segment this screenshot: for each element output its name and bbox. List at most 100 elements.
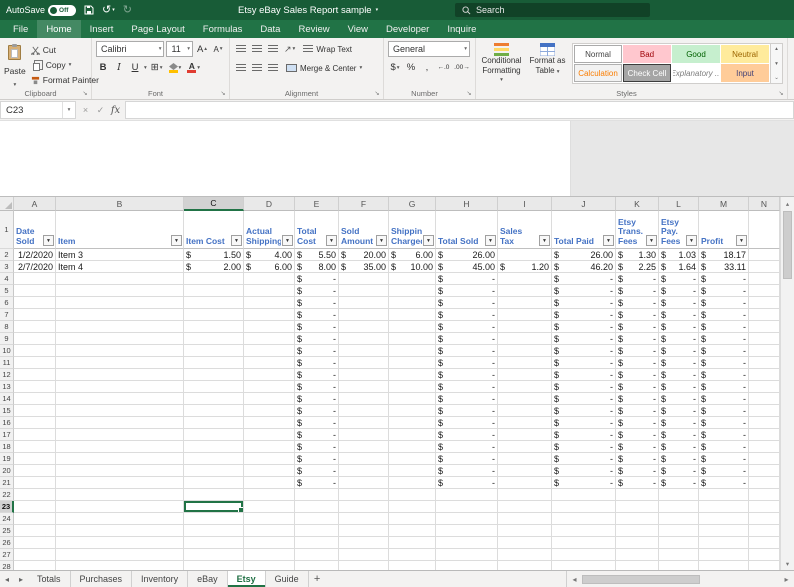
cell-k9[interactable]: $ -: [616, 333, 659, 345]
cell-n7[interactable]: [749, 309, 780, 321]
cell-b21[interactable]: [56, 477, 184, 489]
cell-m20[interactable]: $ -: [699, 465, 749, 477]
sheet-nav-left-icon[interactable]: ◂: [0, 571, 14, 587]
row-header-24[interactable]: 24: [0, 513, 14, 525]
cell-k12[interactable]: $ -: [616, 369, 659, 381]
cell-j25[interactable]: [552, 525, 616, 537]
menu-tab-insert[interactable]: Insert: [81, 20, 123, 38]
cell-a7[interactable]: [14, 309, 56, 321]
cell-e20[interactable]: $ -: [295, 465, 339, 477]
cell-e3[interactable]: $8.00: [295, 261, 339, 273]
cell-g19[interactable]: [389, 453, 436, 465]
cell-i20[interactable]: [498, 465, 552, 477]
cell-h3[interactable]: $45.00: [436, 261, 498, 273]
cell-m2[interactable]: $18.17: [699, 249, 749, 261]
cell-a23[interactable]: [14, 501, 56, 513]
styles-dialog-launcher[interactable]: ↘: [777, 90, 785, 98]
cell-g20[interactable]: [389, 465, 436, 477]
cell-l18[interactable]: $ -: [659, 441, 699, 453]
cell-b4[interactable]: [56, 273, 184, 285]
row-header-15[interactable]: 15: [0, 405, 14, 417]
cell-i12[interactable]: [498, 369, 552, 381]
fill-color-button[interactable]: ▾: [167, 60, 184, 75]
cell-i24[interactable]: [498, 513, 552, 525]
row-header-6[interactable]: 6: [0, 297, 14, 309]
row-header-19[interactable]: 19: [0, 453, 14, 465]
col-header-a[interactable]: A: [14, 197, 56, 211]
cell-b8[interactable]: [56, 321, 184, 333]
cell-l9[interactable]: $ -: [659, 333, 699, 345]
filter-button-e[interactable]: ▼: [326, 235, 337, 246]
cell-k7[interactable]: $ -: [616, 309, 659, 321]
cancel-icon[interactable]: ×: [78, 105, 93, 115]
cell-j11[interactable]: $ -: [552, 357, 616, 369]
row-header-23[interactable]: 23: [0, 501, 14, 513]
cell-e17[interactable]: $ -: [295, 429, 339, 441]
col-header-c[interactable]: C: [184, 197, 244, 211]
cell-g10[interactable]: [389, 345, 436, 357]
percent-style-button[interactable]: %: [404, 60, 418, 75]
cell-j3[interactable]: $46.20: [552, 261, 616, 273]
cell-k17[interactable]: $ -: [616, 429, 659, 441]
wrap-text-button[interactable]: Wrap Text: [303, 41, 352, 57]
row-header-3[interactable]: 3: [0, 261, 14, 273]
col-header-e[interactable]: E: [295, 197, 339, 211]
cell-j16[interactable]: $ -: [552, 417, 616, 429]
cell-c12[interactable]: [184, 369, 244, 381]
cell-g13[interactable]: [389, 381, 436, 393]
paste-button[interactable]: Paste ▾: [4, 41, 26, 88]
cell-n17[interactable]: [749, 429, 780, 441]
cell-b7[interactable]: [56, 309, 184, 321]
cell-n15[interactable]: [749, 405, 780, 417]
cell-f20[interactable]: [339, 465, 389, 477]
cell-j19[interactable]: $ -: [552, 453, 616, 465]
cell-n19[interactable]: [749, 453, 780, 465]
cell-n9[interactable]: [749, 333, 780, 345]
cell-l11[interactable]: $ -: [659, 357, 699, 369]
cell-l19[interactable]: $ -: [659, 453, 699, 465]
col-header-i[interactable]: I: [498, 197, 552, 211]
cell-d15[interactable]: [244, 405, 295, 417]
cell-f1[interactable]: Sold Amount ▼: [339, 211, 389, 249]
cell-l22[interactable]: [659, 489, 699, 501]
row-header-25[interactable]: 25: [0, 525, 14, 537]
cell-f5[interactable]: [339, 285, 389, 297]
number-format-select[interactable]: General ▾: [388, 41, 470, 57]
cell-l15[interactable]: $ -: [659, 405, 699, 417]
cell-m16[interactable]: $ -: [699, 417, 749, 429]
cell-style-input[interactable]: Input: [721, 64, 769, 82]
align-left-button[interactable]: [234, 61, 248, 76]
format-painter-button[interactable]: Format Painter: [29, 73, 101, 87]
cell-a8[interactable]: [14, 321, 56, 333]
cell-g22[interactable]: [389, 489, 436, 501]
cell-h14[interactable]: $ -: [436, 393, 498, 405]
row-header-8[interactable]: 8: [0, 321, 14, 333]
cell-c5[interactable]: [184, 285, 244, 297]
cell-i15[interactable]: [498, 405, 552, 417]
cell-b20[interactable]: [56, 465, 184, 477]
cell-f21[interactable]: [339, 477, 389, 489]
cell-m18[interactable]: $ -: [699, 441, 749, 453]
cell-g2[interactable]: $6.00: [389, 249, 436, 261]
align-bottom-button[interactable]: [266, 42, 280, 57]
name-box[interactable]: C23 ▾: [0, 101, 76, 119]
cell-a19[interactable]: [14, 453, 56, 465]
sheet-tab-ebay[interactable]: eBay: [188, 571, 228, 587]
cell-e21[interactable]: $ -: [295, 477, 339, 489]
insert-function-icon[interactable]: fx: [108, 105, 123, 116]
cell-l27[interactable]: [659, 549, 699, 561]
cell-f13[interactable]: [339, 381, 389, 393]
cell-j1[interactable]: Total Paid ▼: [552, 211, 616, 249]
cell-g7[interactable]: [389, 309, 436, 321]
cell-c14[interactable]: [184, 393, 244, 405]
row-header-28[interactable]: 28: [0, 561, 14, 570]
cell-j27[interactable]: [552, 549, 616, 561]
row-header-22[interactable]: 22: [0, 489, 14, 501]
menu-tab-review[interactable]: Review: [289, 20, 338, 38]
cell-j28[interactable]: [552, 561, 616, 570]
cell-b19[interactable]: [56, 453, 184, 465]
cell-k3[interactable]: $2.25: [616, 261, 659, 273]
cell-m24[interactable]: [699, 513, 749, 525]
row-header-11[interactable]: 11: [0, 357, 14, 369]
decrease-decimal-button[interactable]: .00→: [453, 60, 471, 75]
